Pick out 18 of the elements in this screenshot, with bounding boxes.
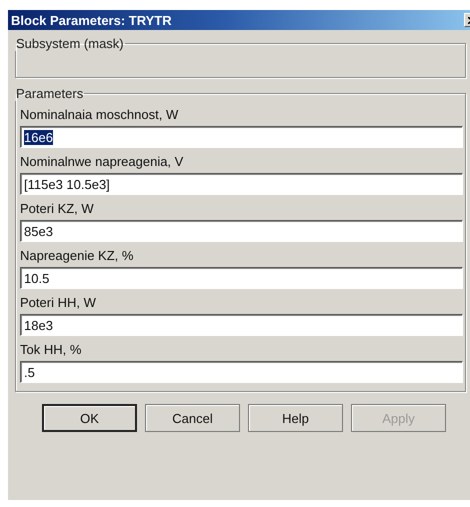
field-label: Nominalnwe napreagenia, V	[20, 154, 184, 169]
input-field[interactable]: .5	[20, 361, 463, 383]
dialog-button[interactable]: Help	[248, 404, 343, 432]
dialog-button[interactable]: Cancel	[145, 404, 240, 432]
input-field[interactable]: [115e3 10.5e3]	[20, 173, 463, 195]
window-title: Block Parameters: TRYTR	[11, 12, 172, 28]
input-field[interactable]: 10.5	[20, 267, 463, 289]
input-field[interactable]: 16e6	[20, 126, 463, 148]
dialog-button[interactable]: OK	[42, 404, 137, 432]
group-title: Subsystem (mask)	[15, 36, 125, 51]
field-label: Poteri HH, W	[20, 295, 97, 310]
field-label: Poteri KZ, W	[20, 201, 95, 216]
input-field[interactable]: 18e3	[20, 314, 463, 336]
field-label: Nominalnaia moschnost, W	[20, 107, 180, 122]
field-label: Tok HH, %	[20, 342, 82, 357]
input-field[interactable]: 85e3	[20, 220, 463, 242]
field-label: Napreagenie KZ, %	[20, 248, 134, 263]
group-title: Parameters	[15, 86, 84, 101]
